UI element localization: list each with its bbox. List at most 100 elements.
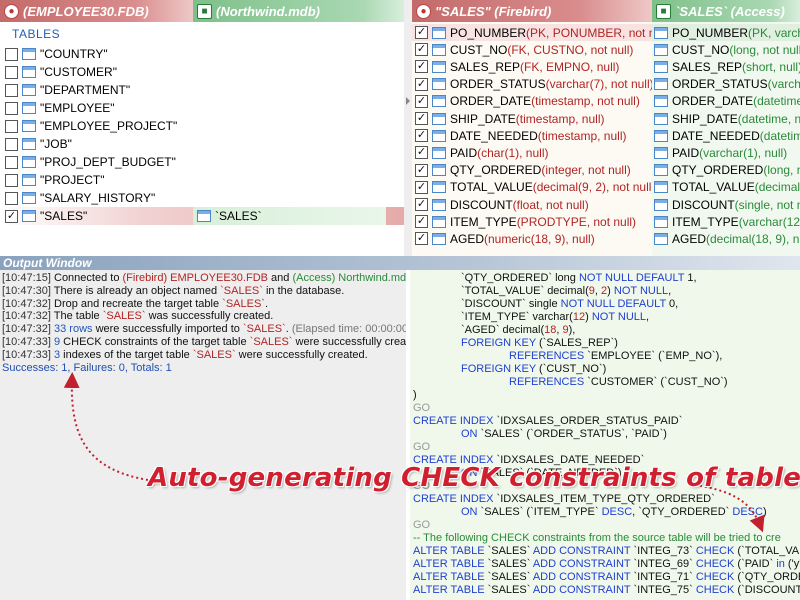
- sql-token: (`QTY_ORDERED` >: [737, 571, 800, 583]
- field-row[interactable]: PAID (char(1), null): [412, 144, 548, 161]
- field-row[interactable]: SHIP_DATE (datetime, null): [652, 110, 800, 127]
- field-row[interactable]: ITEM_TYPE (varchar(12), not null): [652, 213, 800, 230]
- target-db-name: (Northwind.mdb): [216, 3, 320, 19]
- sql-token: ALTER TABLE: [413, 584, 485, 596]
- field-row[interactable]: DATE_NEEDED (timestamp, null): [412, 127, 626, 144]
- log-text: were successfully imported to: [92, 323, 243, 336]
- sql-token: CHECK: [695, 545, 735, 557]
- field-row[interactable]: ITEM_TYPE (PRODTYPE, not null): [412, 213, 636, 230]
- field-checkbox[interactable]: [415, 60, 428, 74]
- field-checkbox[interactable]: [415, 77, 428, 91]
- table-row[interactable]: "PROJECT": [0, 171, 408, 189]
- table-checkbox[interactable]: [5, 65, 18, 79]
- table-checkbox[interactable]: [5, 47, 18, 61]
- field-name: SHIP_DATE: [450, 111, 516, 126]
- field-row[interactable]: AGED (decimal(18, 9), null): [652, 230, 800, 247]
- field-row[interactable]: SHIP_DATE (timestamp, null): [412, 110, 604, 127]
- field-checkbox[interactable]: [415, 146, 428, 160]
- target-table-cell[interactable]: `SALES`: [193, 207, 386, 225]
- sql-line: `AGED` decimal(18, 9),: [461, 324, 575, 337]
- log-line: [10:47:33] 3 indexes of the target table…: [2, 349, 368, 362]
- table-checkbox[interactable]: [5, 173, 18, 187]
- sql-token: (`DISCOUNT` >=: [737, 584, 800, 596]
- field-row[interactable]: PO_NUMBER (PK, varchar(8), not null): [652, 24, 800, 41]
- field-row[interactable]: ORDER_STATUS (varchar(7), not null): [652, 76, 800, 93]
- log-text: (Elapsed time: 00:00:00: [291, 323, 406, 336]
- field-checkbox[interactable]: [415, 26, 428, 39]
- sql-token: NOT NULL: [613, 285, 669, 297]
- field-type: (FK, EMPNO, null): [520, 59, 620, 74]
- sql-token: `CUSTOMER` (`CUST_NO`): [584, 376, 728, 388]
- table-row[interactable]: "CUSTOMER": [0, 63, 408, 81]
- field-row[interactable]: AGED (numeric(18, 9), null): [412, 230, 595, 247]
- field-row[interactable]: DATE_NEEDED (datetime, null): [652, 127, 800, 144]
- sql-token: (`CUST_NO`): [535, 363, 607, 375]
- sql-token: CREATE INDEX: [413, 415, 494, 427]
- sql-token: 1,: [684, 272, 697, 284]
- table-checkbox[interactable]: [5, 101, 18, 115]
- sql-line: REFERENCES `CUSTOMER` (`CUST_NO`): [509, 376, 728, 389]
- field-row[interactable]: CUST_NO (long, not null): [652, 41, 800, 58]
- field-checkbox[interactable]: [415, 198, 428, 211]
- field-row[interactable]: DISCOUNT (float, not null): [412, 196, 589, 213]
- field-checkbox[interactable]: [415, 163, 428, 177]
- table-checkbox[interactable]: [5, 209, 18, 223]
- sql-line: ON `SALES` (`ORDER_STATUS`, `PAID`): [461, 428, 667, 441]
- sql-line: GO: [413, 402, 430, 415]
- table-checkbox[interactable]: [5, 191, 18, 205]
- sql-token: (`PAID`: [734, 558, 777, 570]
- sql-line: `ITEM_TYPE` varchar(12) NOT NULL,: [461, 311, 649, 324]
- field-checkbox[interactable]: [415, 94, 428, 108]
- field-row[interactable]: QTY_ORDERED (long, not null): [652, 162, 800, 179]
- table-row[interactable]: "SALARY_HISTORY": [0, 189, 408, 207]
- table-checkbox[interactable]: [5, 155, 18, 169]
- field-type: (PRODTYPE, not null): [516, 214, 637, 229]
- field-row[interactable]: ORDER_DATE (timestamp, not null): [412, 93, 640, 110]
- field-row[interactable]: ORDER_STATUS (varchar(7), not null): [412, 76, 652, 93]
- field-checkbox[interactable]: [415, 232, 428, 246]
- field-row[interactable]: QTY_ORDERED (integer, not null): [412, 162, 631, 179]
- panel-splitter[interactable]: [404, 22, 412, 256]
- table-row[interactable]: "DEPARTMENT": [0, 81, 408, 99]
- field-icon: [432, 164, 446, 177]
- field-row[interactable]: PAID (varchar(1), null): [652, 144, 787, 161]
- field-row[interactable]: PO_NUMBER (PK, PONUMBER, not null): [412, 24, 652, 41]
- field-row[interactable]: TOTAL_VALUE (decimal(9, 2), not null): [652, 179, 800, 196]
- field-checkbox[interactable]: [415, 215, 428, 229]
- field-checkbox[interactable]: [415, 129, 428, 143]
- field-icon: [432, 146, 446, 159]
- field-row[interactable]: ORDER_DATE (datetime, not null): [652, 93, 800, 110]
- source-db-name: (EMPLOYEE30.FDB): [23, 3, 149, 19]
- table-row[interactable]: "COUNTRY": [0, 45, 408, 63]
- field-name: DISCOUNT: [672, 197, 735, 212]
- log-text: `SALES`: [249, 336, 293, 348]
- table-checkbox[interactable]: [5, 83, 18, 97]
- table-name: "SALARY_HISTORY": [40, 191, 156, 205]
- field-checkbox[interactable]: [415, 112, 428, 125]
- field-row[interactable]: DISCOUNT (single, not null): [652, 196, 800, 213]
- field-row[interactable]: SALES_REP (short, null): [652, 58, 800, 75]
- table-row[interactable]: "JOB": [0, 135, 408, 153]
- table-row[interactable]: "EMPLOYEE": [0, 99, 408, 117]
- source-db-header: ● (EMPLOYEE30.FDB): [0, 0, 193, 22]
- table-row[interactable]: "EMPLOYEE_PROJECT": [0, 117, 408, 135]
- log-text: in the database.: [262, 284, 345, 297]
- field-name: PO_NUMBER: [672, 25, 749, 40]
- field-icon: [654, 146, 668, 159]
- field-row[interactable]: SALES_REP (FK, EMPNO, null): [412, 58, 619, 75]
- table-row[interactable]: "PROJ_DEPT_BUDGET": [0, 153, 408, 171]
- sql-token: `INTEG_75`: [630, 584, 696, 596]
- field-row[interactable]: CUST_NO (FK, CUSTNO, not null): [412, 41, 633, 58]
- table-row[interactable]: "SALES" `SALES`: [0, 207, 408, 225]
- field-row[interactable]: TOTAL_VALUE (decimal(9, 2), not null): [412, 179, 652, 196]
- output-log[interactable]: [10:47:15] Connected to (Firebird) EMPLO…: [0, 270, 406, 600]
- field-checkbox[interactable]: [415, 43, 428, 57]
- sql-token: ADD CONSTRAINT: [532, 584, 631, 596]
- field-checkbox[interactable]: [415, 180, 428, 194]
- table-icon: [197, 210, 211, 222]
- sql-token: ADD CONSTRAINT: [532, 571, 631, 583]
- sql-token: ),: [568, 324, 576, 336]
- table-checkbox[interactable]: [5, 119, 18, 133]
- table-checkbox[interactable]: [5, 137, 18, 151]
- sql-script-panel[interactable]: `QTY_ORDERED` long NOT NULL DEFAULT 1, `T…: [410, 270, 800, 600]
